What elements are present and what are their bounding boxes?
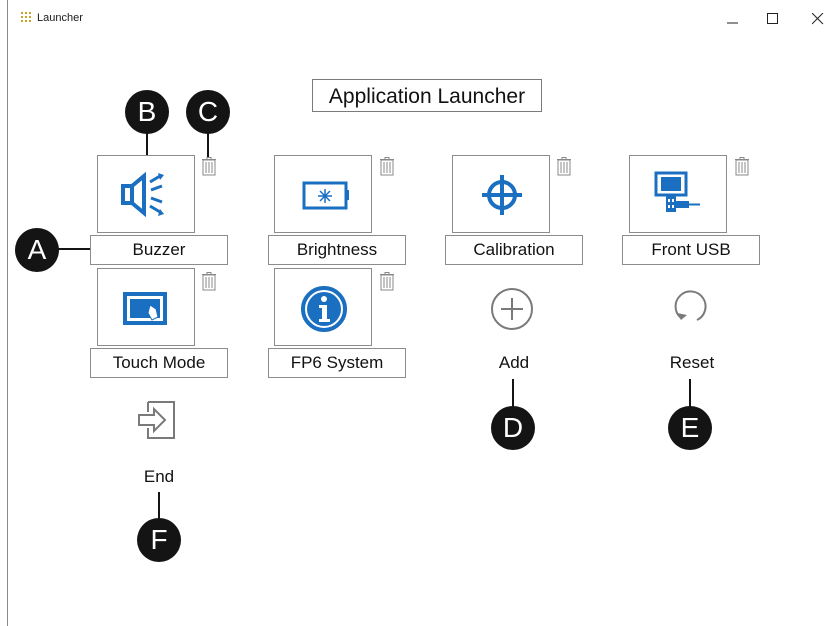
tile-label-touch-mode[interactable]: Touch Mode	[90, 348, 228, 378]
usb-icon	[654, 171, 700, 212]
tile-label-calibration[interactable]: Calibration	[445, 235, 583, 265]
tile-touch-mode[interactable]	[97, 268, 195, 346]
close-button[interactable]	[798, 6, 838, 32]
exit-icon[interactable]	[136, 394, 180, 442]
trash-icon[interactable]	[380, 157, 394, 176]
brightness-icon	[302, 181, 349, 210]
add-label[interactable]: Add	[464, 353, 564, 373]
page-title: Application Launcher	[312, 79, 542, 112]
callout-a: A	[15, 228, 59, 272]
tile-calibration[interactable]	[452, 155, 550, 233]
speaker-icon	[121, 171, 164, 218]
trash-icon[interactable]	[202, 272, 216, 291]
minimize-button[interactable]	[713, 6, 753, 32]
callout-d: D	[491, 406, 535, 450]
callout-e: E	[668, 406, 712, 450]
add-icon[interactable]	[489, 286, 535, 332]
tile-label-fp6-system[interactable]: FP6 System	[268, 348, 406, 378]
tile-label-front-usb[interactable]: Front USB	[622, 235, 760, 265]
tile-front-usb[interactable]	[629, 155, 727, 233]
callout-line-e	[689, 379, 691, 407]
maximize-button[interactable]	[753, 6, 793, 32]
trash-icon[interactable]	[380, 272, 394, 291]
crosshair-icon	[482, 175, 522, 215]
callout-c: C	[186, 90, 230, 134]
title-bar: Launcher	[8, 0, 838, 38]
launcher-window: Launcher Application Launcher Buzzer Bri…	[7, 0, 838, 626]
trash-icon[interactable]	[202, 157, 216, 176]
window-title: Launcher	[37, 12, 83, 24]
tile-fp6-system[interactable]	[274, 268, 372, 346]
trash-icon[interactable]	[735, 157, 749, 176]
callout-f: F	[137, 518, 181, 562]
callout-line-f	[158, 492, 160, 520]
reset-icon[interactable]	[667, 284, 713, 330]
callout-line-d	[512, 379, 514, 407]
reset-label[interactable]: Reset	[642, 353, 742, 373]
info-icon	[301, 286, 347, 332]
minimize-icon	[727, 22, 738, 24]
callout-line-c	[207, 130, 209, 157]
maximize-icon	[767, 13, 778, 24]
tile-brightness[interactable]	[274, 155, 372, 233]
app-grid-icon	[21, 12, 33, 22]
tile-label-brightness[interactable]: Brightness	[268, 235, 406, 265]
touch-icon	[123, 292, 167, 325]
callout-b: B	[125, 90, 169, 134]
end-label[interactable]: End	[109, 467, 209, 487]
callout-line-a	[54, 248, 90, 250]
trash-icon[interactable]	[557, 157, 571, 176]
close-icon	[812, 13, 824, 25]
tile-label-buzzer[interactable]: Buzzer	[90, 235, 228, 265]
tile-buzzer[interactable]	[97, 155, 195, 233]
